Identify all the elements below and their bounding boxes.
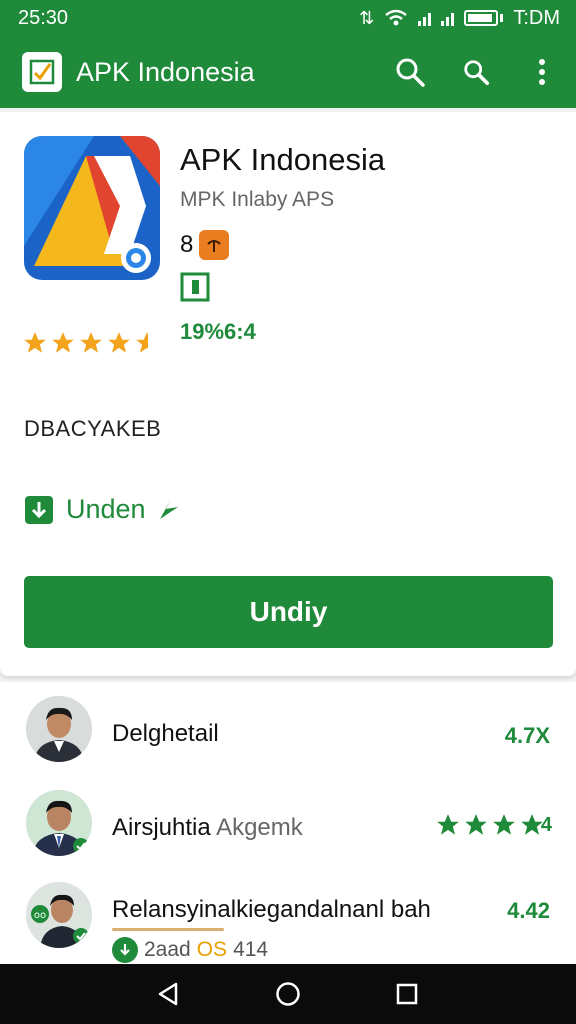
- search-icon[interactable]: [392, 54, 428, 90]
- primary-action-button[interactable]: Undiy: [24, 576, 553, 648]
- section-label: DBACYAKEB: [24, 416, 162, 441]
- age-rating-icon: [199, 230, 230, 260]
- system-nav-bar: [0, 964, 576, 1024]
- home-icon[interactable]: [268, 974, 308, 1014]
- battery-tip: [500, 14, 504, 22]
- wifi-icon: [385, 9, 408, 26]
- half-star-icon: [136, 332, 158, 353]
- signal-icon-2: [441, 10, 455, 26]
- review-meta-text: 2aad: [144, 938, 191, 961]
- app-logo-icon: [22, 52, 62, 92]
- reviewer-name-main: Airsjuhtia: [112, 814, 211, 841]
- star-icon: [437, 814, 459, 835]
- arrow-icon: [159, 500, 178, 519]
- reviewer-name: Relansyinalkiegandalnanl bah: [112, 896, 431, 923]
- battery-icon: [464, 10, 499, 26]
- review-meta-tail: 414: [233, 938, 269, 961]
- star-icon: [80, 332, 102, 353]
- download-badge-icon: [112, 937, 138, 963]
- avatar: [26, 790, 92, 856]
- review-stars-suffix: 4: [540, 814, 552, 836]
- app-icon: [24, 136, 160, 280]
- editors-choice-icon: [180, 272, 210, 302]
- status-right-time: T:DM: [513, 6, 560, 29]
- star-icon: [493, 814, 515, 835]
- review-meta-accent: OS: [196, 938, 228, 961]
- review-rating: 4.7X: [504, 723, 550, 748]
- back-icon[interactable]: [149, 974, 189, 1014]
- app-details-card: APK Indonesia MPK Inlaby APS 8 19%6:4 DB…: [0, 112, 576, 676]
- avatar: [26, 696, 92, 762]
- name-underline: [112, 928, 224, 931]
- app-name: APK Indonesia: [180, 142, 386, 177]
- star-icon: [108, 332, 130, 353]
- status-time: 25:30: [18, 6, 69, 29]
- age-rating-value: 8: [180, 231, 194, 258]
- reviewer-name: Delghetail: [112, 720, 219, 747]
- review-stars: 4: [435, 812, 552, 838]
- status-bar: 25:30 ⇅ T:DM: [0, 0, 576, 36]
- recents-icon[interactable]: [387, 974, 427, 1014]
- review-item[interactable]: oo Relansyinalkiegandalnanl bah 4.42 2aa…: [0, 882, 576, 964]
- review-meta: 2aad OS 414: [112, 937, 268, 963]
- star-icon: [52, 332, 74, 353]
- reviewer-name-sub: Akgemk: [216, 814, 303, 841]
- downloads-count: 19%6:4: [180, 319, 256, 344]
- status-icons: ⇅ T:DM: [359, 7, 560, 30]
- update-link-label: Unden: [66, 494, 146, 524]
- age-rating: 8: [180, 230, 230, 260]
- review-rating: 4.42: [507, 898, 550, 923]
- reviewer-name: Airsjuhtia Akgemk: [112, 814, 303, 842]
- app-bar-title: APK Indonesia: [76, 56, 255, 87]
- app-rating-stars: [22, 330, 160, 356]
- review-item[interactable]: Airsjuhtia Akgemk 4: [0, 790, 576, 880]
- update-link[interactable]: Unden: [24, 494, 180, 525]
- data-icon: ⇅: [359, 7, 375, 28]
- star-icon: [24, 332, 46, 353]
- reviews-list: Delghetail 4.7X Airsjuhtia Akgemk 4 oo R…: [0, 682, 576, 964]
- search-icon-2[interactable]: [458, 54, 494, 90]
- more-vert-icon[interactable]: [524, 54, 560, 90]
- review-item[interactable]: Delghetail 4.7X: [0, 696, 576, 786]
- signal-icon: [418, 10, 432, 26]
- avatar: oo: [26, 882, 92, 948]
- app-bar: APK Indonesia: [0, 36, 576, 108]
- developer-name[interactable]: MPK Inlaby APS: [180, 188, 334, 212]
- download-icon: [25, 495, 53, 524]
- svg-text:oo: oo: [34, 910, 46, 921]
- star-icon: [465, 814, 487, 835]
